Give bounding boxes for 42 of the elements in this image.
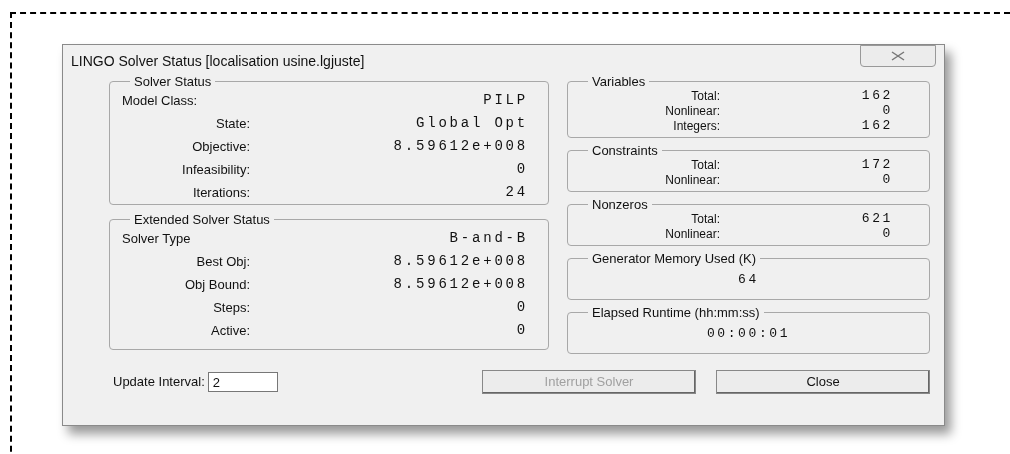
field-label: Nonlinear:: [665, 171, 720, 189]
field-value: 0: [516, 298, 528, 317]
field-value: 8.59612e+008: [393, 137, 528, 156]
field-label: Obj Bound:: [184, 275, 250, 294]
field-value: B-and-B: [449, 229, 528, 248]
field-value: 00:00:01: [706, 325, 791, 344]
field-value: PILP: [483, 91, 528, 110]
field-value: 0: [516, 321, 528, 340]
field-value: 8.59612e+008: [393, 252, 528, 271]
field-value: 64: [738, 271, 759, 290]
field-label: Active:: [211, 321, 250, 340]
group-title: Generator Memory Used (K): [591, 252, 757, 265]
field-value: 8.59612e+008: [393, 275, 528, 294]
group-title: Variables: [591, 75, 647, 88]
field-label: Total:: [691, 210, 720, 228]
group-title: Nonzeros: [591, 198, 649, 211]
window-title: LINGO Solver Status [localisation usine.lgjuste]: [71, 52, 365, 71]
group-title: Extended Solver Status: [133, 213, 271, 226]
field-label: Best Obj:: [196, 252, 250, 271]
field-value: 24: [505, 183, 528, 202]
group-title: Constraints: [591, 144, 659, 157]
close-button[interactable]: [860, 45, 936, 67]
field-label: Total:: [691, 156, 720, 174]
field-label: Solver Type: [122, 229, 191, 248]
field-label: Objective:: [192, 137, 250, 156]
field-label: Iterations:: [192, 183, 250, 202]
field-label: Update Interval:: [113, 373, 205, 392]
field-value: 0: [516, 160, 528, 179]
group-title: Elapsed Runtime (hh:mm:ss): [591, 306, 761, 319]
field-label: Infeasibility:: [182, 160, 250, 179]
field-label: Nonlinear:: [665, 225, 720, 243]
field-label: Steps:: [213, 298, 250, 317]
dialog-button[interactable]: Close: [716, 370, 930, 394]
field-label: Integers:: [673, 117, 720, 135]
field-label: Model Class:: [122, 91, 198, 110]
field-label: Total:: [691, 87, 720, 105]
group-title: Solver Status: [133, 75, 213, 88]
field-value: Global Opt: [416, 114, 528, 133]
update-interval-field[interactable]: 2: [207, 372, 278, 392]
field-label: Nonlinear:: [665, 102, 720, 120]
close-icon: [891, 51, 905, 61]
field-label: State:: [216, 114, 250, 133]
